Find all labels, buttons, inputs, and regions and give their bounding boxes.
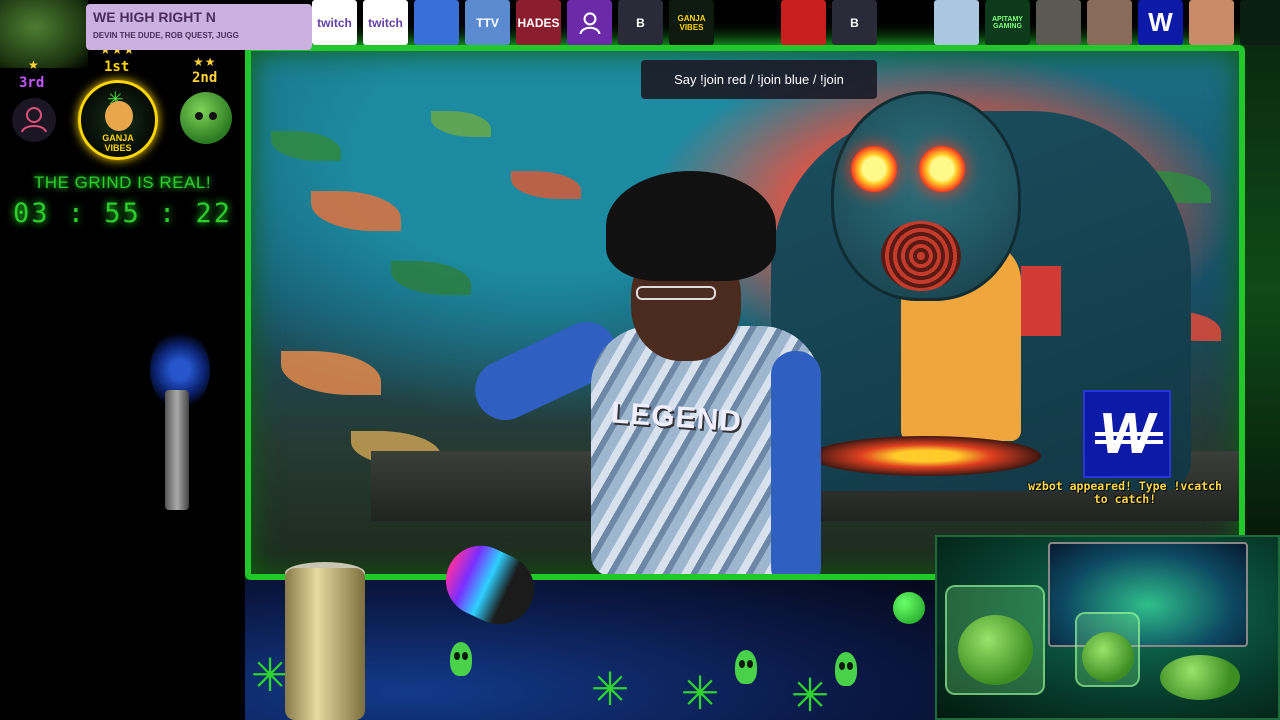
stream-timer: 03 : 55 : 22 [12, 198, 233, 229]
third-place-stars: ★ [28, 58, 40, 72]
viewer-avatar[interactable] [934, 0, 979, 45]
third-place-label: 3rd [19, 75, 45, 91]
wzbot-message-line2: to catch! [1093, 492, 1157, 506]
energy-drink-can [285, 568, 365, 720]
alien-icon [835, 652, 857, 686]
second-place-stars: ★★ [193, 55, 217, 69]
viewer-avatar[interactable]: W [1138, 0, 1183, 45]
viewer-avatar[interactable] [1087, 0, 1132, 45]
streamer-bucket-hat [606, 171, 776, 281]
streamer-right-arm [771, 351, 821, 574]
now-playing-title: WE HIGH RIGHT N [93, 9, 216, 25]
plant-leaf [431, 111, 491, 137]
plant-leaf [271, 131, 341, 161]
dj-mask-eye [919, 146, 965, 192]
plant-leaf [391, 261, 471, 295]
plant-leaf [511, 171, 581, 199]
viewer-avatar[interactable]: twitch [363, 0, 408, 45]
cannabis-leaf-icon: ✳ [790, 668, 830, 720]
cannabis-leaf-icon: ✳ [680, 666, 720, 720]
viewer-avatar[interactable] [1240, 0, 1280, 45]
second-place-avatar [180, 92, 232, 144]
dj-sleeve-badge [1021, 266, 1061, 336]
left-sidebar: ★ 3rd ★★★ 1st ✳ GANJA VIBES ★★ 2nd THE G… [0, 0, 245, 720]
cannabis-bud [1160, 655, 1240, 700]
cannabis-leaf-icon: ✳ [590, 662, 630, 716]
viewer-avatar[interactable]: B [618, 0, 663, 45]
viewer-avatar[interactable] [1189, 0, 1234, 45]
torch-lighter [120, 330, 240, 550]
green-orb [893, 592, 925, 624]
plant-leaf [311, 191, 401, 231]
first-place-label: 1st [104, 59, 130, 75]
streamer-glasses [636, 286, 716, 300]
viewer-avatar[interactable] [414, 0, 459, 45]
viewer-avatar[interactable]: APITAMY GAMING [985, 0, 1030, 45]
alien-icon [735, 650, 757, 684]
viewer-avatar[interactable] [1036, 0, 1081, 45]
second-place-label: 2nd [192, 70, 218, 86]
viewer-avatar[interactable]: B [832, 0, 877, 45]
viewer-avatar[interactable] [567, 0, 612, 45]
now-playing-artists: DEVIN THE DUDE, ROB QUEST, JUGG [93, 31, 239, 40]
logo-face [105, 101, 133, 131]
cannabis-bud [958, 615, 1033, 685]
third-place-avatar [12, 98, 56, 142]
viewer-avatar[interactable]: TTV [465, 0, 510, 45]
chat-join-hint: Say !join red / !join blue / !join [641, 60, 877, 99]
viewer-avatar[interactable]: HADES [516, 0, 561, 45]
viewer-avatar[interactable]: GANJA VIBES [669, 0, 714, 45]
cannabis-bud [1082, 632, 1134, 682]
grind-message: THE GRIND IS REAL! [33, 173, 212, 192]
viewer-avatar[interactable] [781, 0, 826, 45]
plant-leaf [281, 351, 381, 395]
right-border-foliage [1245, 45, 1280, 535]
chat-join-hint-text: Say !join red / !join blue / !join [674, 72, 844, 87]
turntable [811, 436, 1041, 476]
torch-body [165, 390, 189, 510]
logo-text-line2: VIBES [104, 143, 132, 153]
viewer-avatar[interactable]: twitch [312, 0, 357, 45]
viewer-avatar-bar: twitch twitch TTV HADES B GANJA VIBES B … [312, 0, 1280, 48]
wzbot-logo-letter: W [1095, 401, 1160, 466]
user-icon [578, 11, 601, 34]
dj-mask-eye [851, 146, 897, 192]
wzbot-logo: W [1083, 390, 1171, 478]
now-playing-banner: WE HIGH RIGHT N DEVIN THE DUDE, ROB QUES… [86, 4, 312, 50]
dj-mask-filter [881, 221, 961, 291]
wzbot-message: wzbot appeared! Type !vcatch to catch! [1000, 480, 1250, 506]
plant-corner-decor [0, 0, 88, 68]
logo-text-line1: GANJA [102, 133, 134, 143]
first-place-avatar: ✳ GANJA VIBES [78, 80, 158, 160]
user-icon [21, 107, 47, 133]
alien-icon [450, 642, 472, 676]
